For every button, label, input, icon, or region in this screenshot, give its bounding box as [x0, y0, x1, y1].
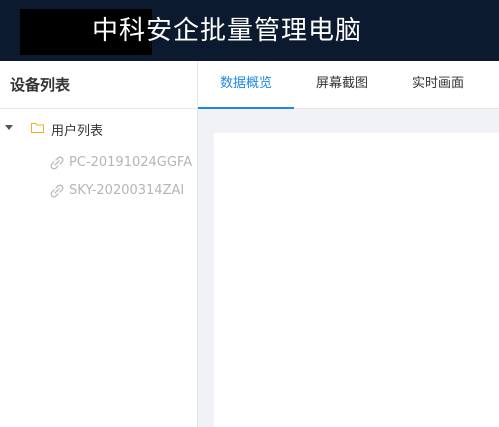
tree-node-label: 用户列表: [51, 124, 104, 139]
tree-item-device[interactable]: SKY-20200314ZAI: [0, 180, 197, 202]
tree-item-device[interactable]: PC-20191024GGFA: [0, 152, 197, 174]
sidebar: 设备列表 用户列表 PC-20191024GGFA SKY-20200314ZA…: [0, 61, 198, 427]
content-area: [198, 109, 499, 427]
sidebar-title: 设备列表: [10, 76, 71, 94]
tab-live-view[interactable]: 实时画面: [390, 61, 486, 108]
tab-label: 数据概览: [219, 76, 272, 91]
folder-icon: [31, 123, 44, 133]
sidebar-header: 设备列表: [0, 61, 197, 109]
link-broken-icon: [50, 156, 64, 170]
tab-label: 屏幕截图: [315, 76, 368, 91]
top-bar: 中科安企批量管理电脑: [0, 0, 499, 61]
tab-data-overview[interactable]: 数据概览: [198, 61, 294, 109]
link-broken-icon: [50, 184, 64, 198]
tab-label: 实时画面: [411, 76, 464, 91]
tab-screenshot[interactable]: 屏幕截图: [294, 61, 390, 108]
content-panel: [214, 133, 499, 427]
caret-down-icon[interactable]: [5, 125, 13, 130]
tree-item-label: PC-20191024GGFA: [69, 155, 193, 170]
app-title: 中科安企批量管理电脑: [92, 16, 363, 46]
tree-item-label: SKY-20200314ZAI: [69, 183, 185, 198]
tree-node-user-list[interactable]: 用户列表: [0, 118, 197, 140]
tab-bar: 数据概览 屏幕截图 实时画面: [198, 61, 499, 109]
